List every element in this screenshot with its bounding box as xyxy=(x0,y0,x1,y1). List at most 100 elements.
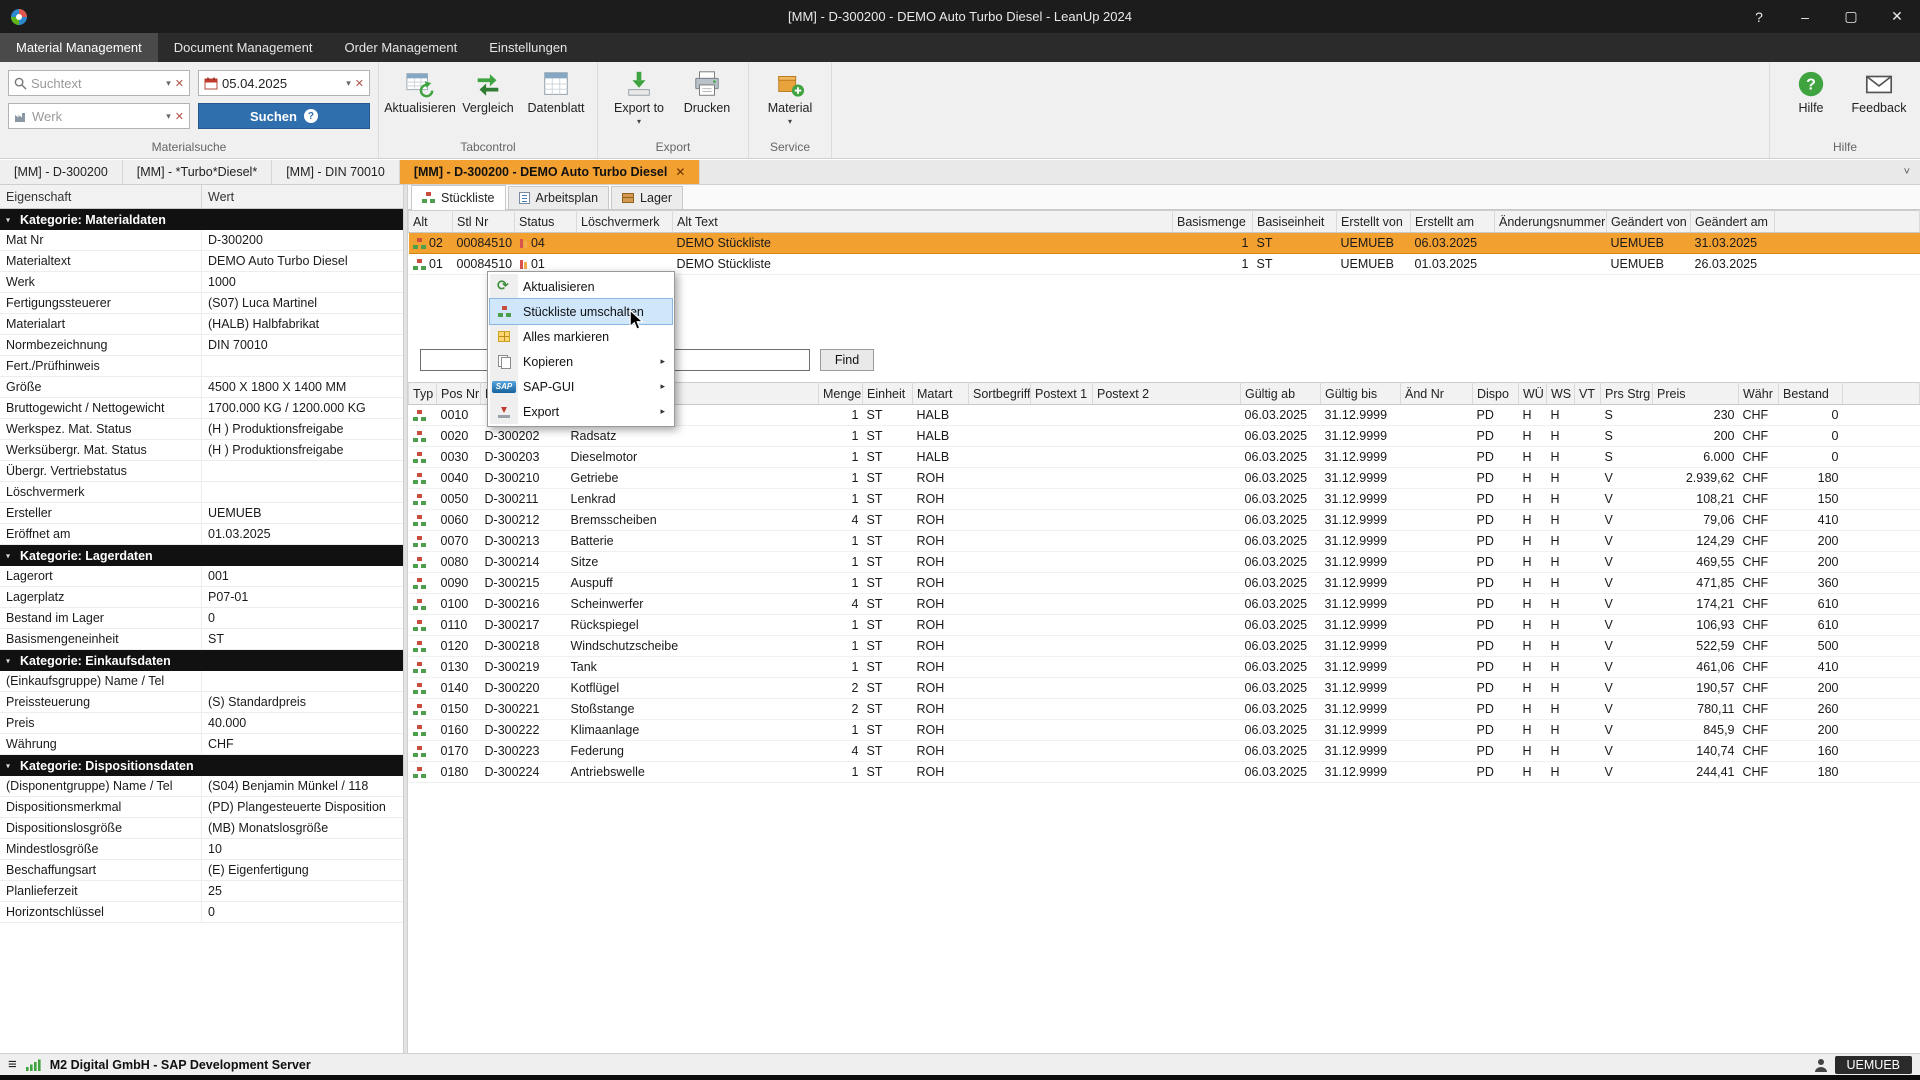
document-tab[interactable]: [MM] - *Turbo*Diesel* xyxy=(123,160,272,184)
bom-item-row[interactable]: 0130 D-300219 Tank 1 ST ROH 06.03.2025 xyxy=(409,657,1920,678)
chevron-down-icon[interactable]: ▾ xyxy=(166,111,171,122)
titlebar-help-button[interactable]: ? xyxy=(1736,0,1782,33)
column-header[interactable]: Geändert am xyxy=(1691,211,1775,233)
menu-tab[interactable]: Einstellungen xyxy=(473,33,583,62)
column-header[interactable]: Menge xyxy=(819,383,863,405)
column-header[interactable]: Basiseinheit xyxy=(1253,211,1337,233)
property-row[interactable]: Mat Nr D-300200 xyxy=(0,230,403,251)
detail-tab[interactable]: Stückliste xyxy=(411,185,506,210)
chevron-down-icon[interactable]: ▾ xyxy=(166,78,171,89)
tab-close-icon[interactable]: ✕ xyxy=(675,165,685,179)
property-row[interactable]: Werk 1000 xyxy=(0,272,403,293)
context-menu-item[interactable]: Kopieren ▸ xyxy=(490,349,672,374)
column-header[interactable]: Geändert von xyxy=(1607,211,1691,233)
column-header[interactable]: Löschvermerk xyxy=(577,211,673,233)
context-menu-item[interactable]: Aktualisieren xyxy=(490,274,672,299)
column-header[interactable]: Einheit xyxy=(863,383,913,405)
detail-tab[interactable]: Arbeitsplan xyxy=(508,186,610,209)
property-row[interactable]: Ersteller UEMUEB xyxy=(0,503,403,524)
property-row[interactable]: Mindestlosgröße 10 xyxy=(0,839,403,860)
bom-item-row[interactable]: 0040 D-300210 Getriebe 1 ST ROH 06.03.20… xyxy=(409,468,1920,489)
clear-search-icon[interactable]: ✕ xyxy=(175,77,184,90)
bom-item-row[interactable]: 0080 D-300214 Sitze 1 ST ROH 06.03.2025 xyxy=(409,552,1920,573)
bom-item-row[interactable]: 0100 D-300216 Scheinwerfer 4 ST ROH 06.0… xyxy=(409,594,1920,615)
property-row[interactable]: Kategorie: Lagerdaten xyxy=(0,545,403,566)
bom-item-row[interactable]: 0120 D-300218 Windschutzscheibe 1 ST ROH… xyxy=(409,636,1920,657)
clear-werk-icon[interactable]: ✕ xyxy=(175,110,184,123)
column-header[interactable]: Alt xyxy=(409,211,453,233)
bom-item-row[interactable]: 0060 D-300212 Bremsscheiben 4 ST ROH 06.… xyxy=(409,510,1920,531)
datenblatt-button[interactable]: Datenblatt xyxy=(523,65,589,115)
menu-tab[interactable]: Order Management xyxy=(328,33,473,62)
column-header[interactable]: Gültig bis xyxy=(1321,383,1401,405)
bom-list-row[interactable]: 02 00084510 04 DEMO Stückliste 1 ST UEMU… xyxy=(409,233,1920,254)
property-row[interactable]: (Einkaufsgruppe) Name / Tel xyxy=(0,671,403,692)
bom-item-row[interactable]: 0020 D-300202 Radsatz 1 ST HALB 06.03.20… xyxy=(409,426,1920,447)
column-header[interactable]: Status xyxy=(515,211,577,233)
column-header[interactable]: Währ xyxy=(1739,383,1779,405)
column-header[interactable]: Sortbegriff xyxy=(969,383,1031,405)
bom-item-row[interactable]: 0180 D-300224 Antriebswelle 1 ST ROH 06.… xyxy=(409,762,1920,783)
aktualisieren-button[interactable]: Aktualisieren xyxy=(387,65,453,115)
column-header[interactable]: Basismenge xyxy=(1173,211,1253,233)
column-header[interactable]: Matart xyxy=(913,383,969,405)
bom-item-row[interactable]: 0160 D-300222 Klimaanlage 1 ST ROH 06.03… xyxy=(409,720,1920,741)
property-row[interactable]: Fertigungssteuerer (S07) Luca Martinel xyxy=(0,293,403,314)
property-row[interactable]: Kategorie: Materialdaten xyxy=(0,209,403,230)
property-row[interactable]: Übergr. Vertriebstatus xyxy=(0,461,403,482)
property-row[interactable]: Kategorie: Einkaufsdaten xyxy=(0,650,403,671)
minimize-button[interactable]: – xyxy=(1782,0,1828,33)
column-header[interactable]: Pos Nr xyxy=(437,383,481,405)
bom-item-row[interactable]: 0150 D-300221 Stoßstange 2 ST ROH 06.03.… xyxy=(409,699,1920,720)
column-header[interactable]: Änd Nr xyxy=(1401,383,1473,405)
property-row[interactable]: Lagerort 001 xyxy=(0,566,403,587)
context-menu-item[interactable]: Alles markieren xyxy=(490,324,672,349)
suchen-button[interactable]: Suchen ? xyxy=(198,103,370,129)
document-tab[interactable]: [MM] - D-300200 xyxy=(0,160,123,184)
bom-item-row[interactable]: 0090 D-300215 Auspuff 1 ST ROH 06.03.202… xyxy=(409,573,1920,594)
bom-item-row[interactable]: 0140 D-300220 Kotflügel 2 ST ROH 06.03.2… xyxy=(409,678,1920,699)
column-header[interactable]: Änderungsnummer xyxy=(1495,211,1607,233)
hilfe-button[interactable]: ? Hilfe xyxy=(1778,65,1844,115)
column-header[interactable]: Gültig ab xyxy=(1241,383,1321,405)
property-row[interactable]: Preis 40.000 xyxy=(0,713,403,734)
detail-tab[interactable]: Lager xyxy=(611,186,683,209)
search-text-input[interactable] xyxy=(31,76,162,91)
property-row[interactable]: Dispositionslosgröße (MB) Monatslosgröße xyxy=(0,818,403,839)
context-menu-item[interactable]: Export ▸ xyxy=(490,399,672,424)
column-header[interactable]: Prs Strg xyxy=(1601,383,1653,405)
werk-input[interactable] xyxy=(32,109,162,124)
column-header[interactable]: Eigenschaft xyxy=(0,185,202,208)
document-tab[interactable]: [MM] - D-300200 - DEMO Auto Turbo Diesel… xyxy=(400,160,701,184)
property-row[interactable]: Kategorie: Dispositionsdaten xyxy=(0,755,403,776)
drucken-button[interactable]: Drucken xyxy=(674,65,740,115)
menu-tab[interactable]: Material Management xyxy=(0,33,158,62)
property-row[interactable]: Basismengeneinheit ST xyxy=(0,629,403,650)
property-row[interactable]: Größe 4500 X 1800 X 1400 MM xyxy=(0,377,403,398)
material-button[interactable]: Material ▾ xyxy=(757,65,823,125)
tab-overflow-icon[interactable]: ˅ xyxy=(1894,160,1920,184)
close-button[interactable]: ✕ xyxy=(1874,0,1920,33)
hamburger-menu-icon[interactable]: ≡ xyxy=(8,1057,17,1072)
column-header[interactable]: Erstellt am xyxy=(1411,211,1495,233)
property-row[interactable]: Normbezeichnung DIN 70010 xyxy=(0,335,403,356)
property-row[interactable]: Materialart (HALB) Halbfabrikat xyxy=(0,314,403,335)
column-header[interactable]: Postext 2 xyxy=(1093,383,1241,405)
column-header[interactable]: VT xyxy=(1575,383,1601,405)
property-row[interactable]: Lagerplatz P07-01 xyxy=(0,587,403,608)
chevron-down-icon[interactable]: ▾ xyxy=(346,78,351,89)
column-header[interactable]: WS xyxy=(1547,383,1575,405)
property-row[interactable]: Eröffnet am 01.03.2025 xyxy=(0,524,403,545)
column-header[interactable]: Typ xyxy=(409,383,437,405)
bom-item-row[interactable]: 0030 D-300203 Dieselmotor 1 ST HALB 06.0… xyxy=(409,447,1920,468)
menu-tab[interactable]: Document Management xyxy=(158,33,329,62)
vergleich-button[interactable]: Vergleich xyxy=(455,65,521,115)
column-header[interactable]: Dispo xyxy=(1473,383,1519,405)
bom-item-row[interactable]: 0110 D-300217 Rückspiegel 1 ST ROH 06.03… xyxy=(409,615,1920,636)
property-row[interactable]: Horizontschlüssel 0 xyxy=(0,902,403,923)
property-row[interactable]: Fert./Prüfhinweis xyxy=(0,356,403,377)
column-header[interactable]: WÜ xyxy=(1519,383,1547,405)
column-header[interactable]: Bestand xyxy=(1779,383,1843,405)
property-row[interactable]: Preissteuerung (S) Standardpreis xyxy=(0,692,403,713)
bom-item-row[interactable]: 0170 D-300223 Federung 4 ST ROH 06.03.20… xyxy=(409,741,1920,762)
